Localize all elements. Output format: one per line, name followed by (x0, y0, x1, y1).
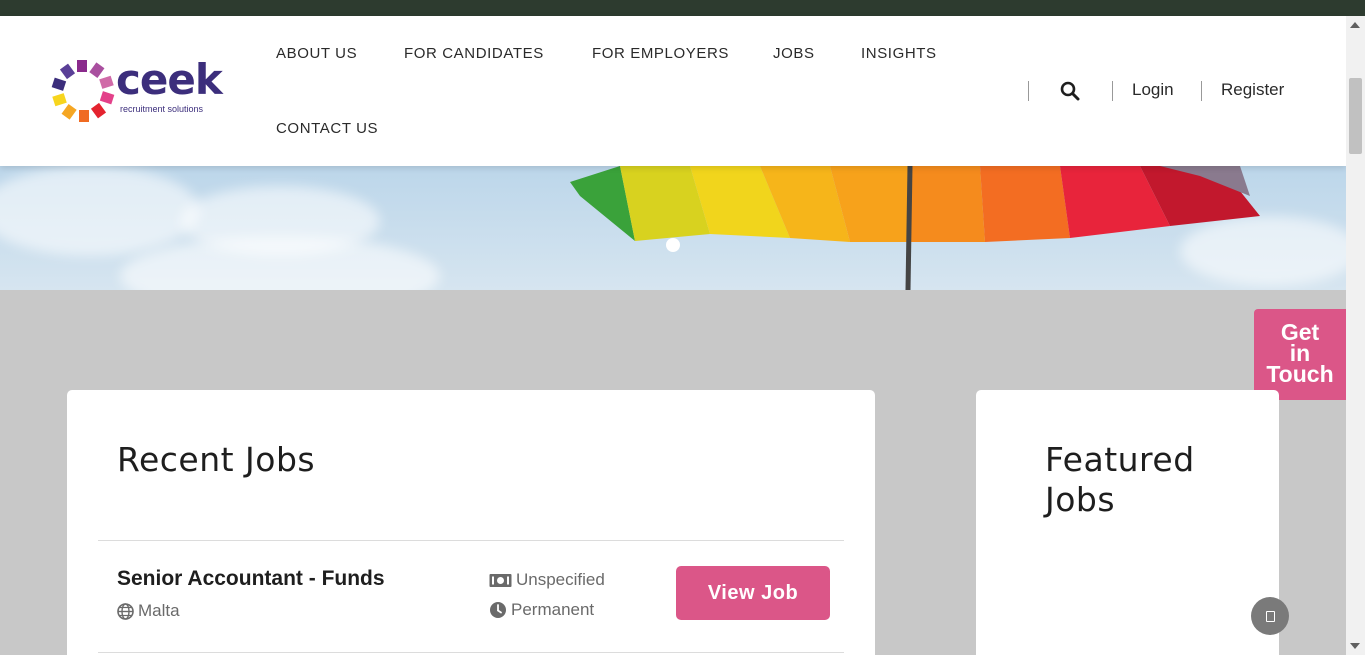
nav-jobs[interactable]: JOBS (773, 45, 815, 62)
divider (98, 540, 844, 541)
get-in-touch-button[interactable]: Get in Touch (1254, 309, 1346, 400)
recent-jobs-card: Recent Jobs Senior Accountant - Funds Ma… (67, 390, 875, 655)
login-link[interactable]: Login (1132, 80, 1174, 100)
chat-icon (1265, 610, 1275, 622)
featured-jobs-title: Jobs (1045, 480, 1116, 519)
globe-icon (117, 602, 134, 620)
featured-jobs-card: Featured Jobs (976, 390, 1279, 655)
logo-tagline: recruitment solutions (120, 104, 204, 114)
job-location: Malta (117, 601, 180, 621)
get-in-touch-label: Touch (1266, 361, 1334, 387)
view-job-button[interactable]: View Job (676, 566, 830, 620)
nav-insights[interactable]: INSIGHTS (861, 45, 937, 62)
clock-icon (490, 602, 506, 618)
scroll-down-arrow-icon[interactable] (1350, 643, 1360, 649)
chat-button[interactable] (1251, 597, 1289, 635)
logo-wordmark: ceek (116, 55, 223, 104)
nav-separator (1112, 81, 1113, 101)
nav-separator (1201, 81, 1202, 101)
nav-about-us[interactable]: ABOUT US (276, 45, 357, 62)
job-location-text: Malta (138, 601, 180, 620)
money-icon (489, 573, 512, 587)
slider-dot[interactable] (666, 238, 680, 252)
job-salary-text: Unspecified (516, 570, 605, 589)
nav-for-candidates[interactable]: FOR CANDIDATES (404, 45, 544, 62)
job-type: Permanent (489, 600, 594, 620)
nav-contact-us[interactable]: CONTACT US (276, 120, 378, 137)
ceek-logo[interactable]: ceek recruitment solutions (50, 55, 223, 124)
nav-separator (1028, 81, 1029, 101)
divider (98, 652, 844, 653)
scrollbar[interactable] (1346, 16, 1365, 655)
featured-jobs-title: Featured (1045, 440, 1195, 479)
job-type-text: Permanent (511, 600, 595, 619)
browser-bookmarks-bar (0, 0, 1365, 16)
job-salary: Unspecified (489, 570, 605, 590)
register-link[interactable]: Register (1221, 80, 1284, 100)
scrollbar-thumb[interactable] (1349, 78, 1362, 154)
job-title[interactable]: Senior Accountant - Funds (117, 567, 385, 591)
site-header: ceek recruitment solutions ABOUT US FOR … (0, 16, 1346, 166)
scroll-up-arrow-icon[interactable] (1350, 22, 1360, 28)
nav-for-employers[interactable]: FOR EMPLOYERS (592, 45, 729, 62)
ceek-logo-icon (51, 60, 115, 122)
search-icon[interactable] (1060, 81, 1080, 101)
recent-jobs-title: Recent Jobs (117, 440, 316, 479)
